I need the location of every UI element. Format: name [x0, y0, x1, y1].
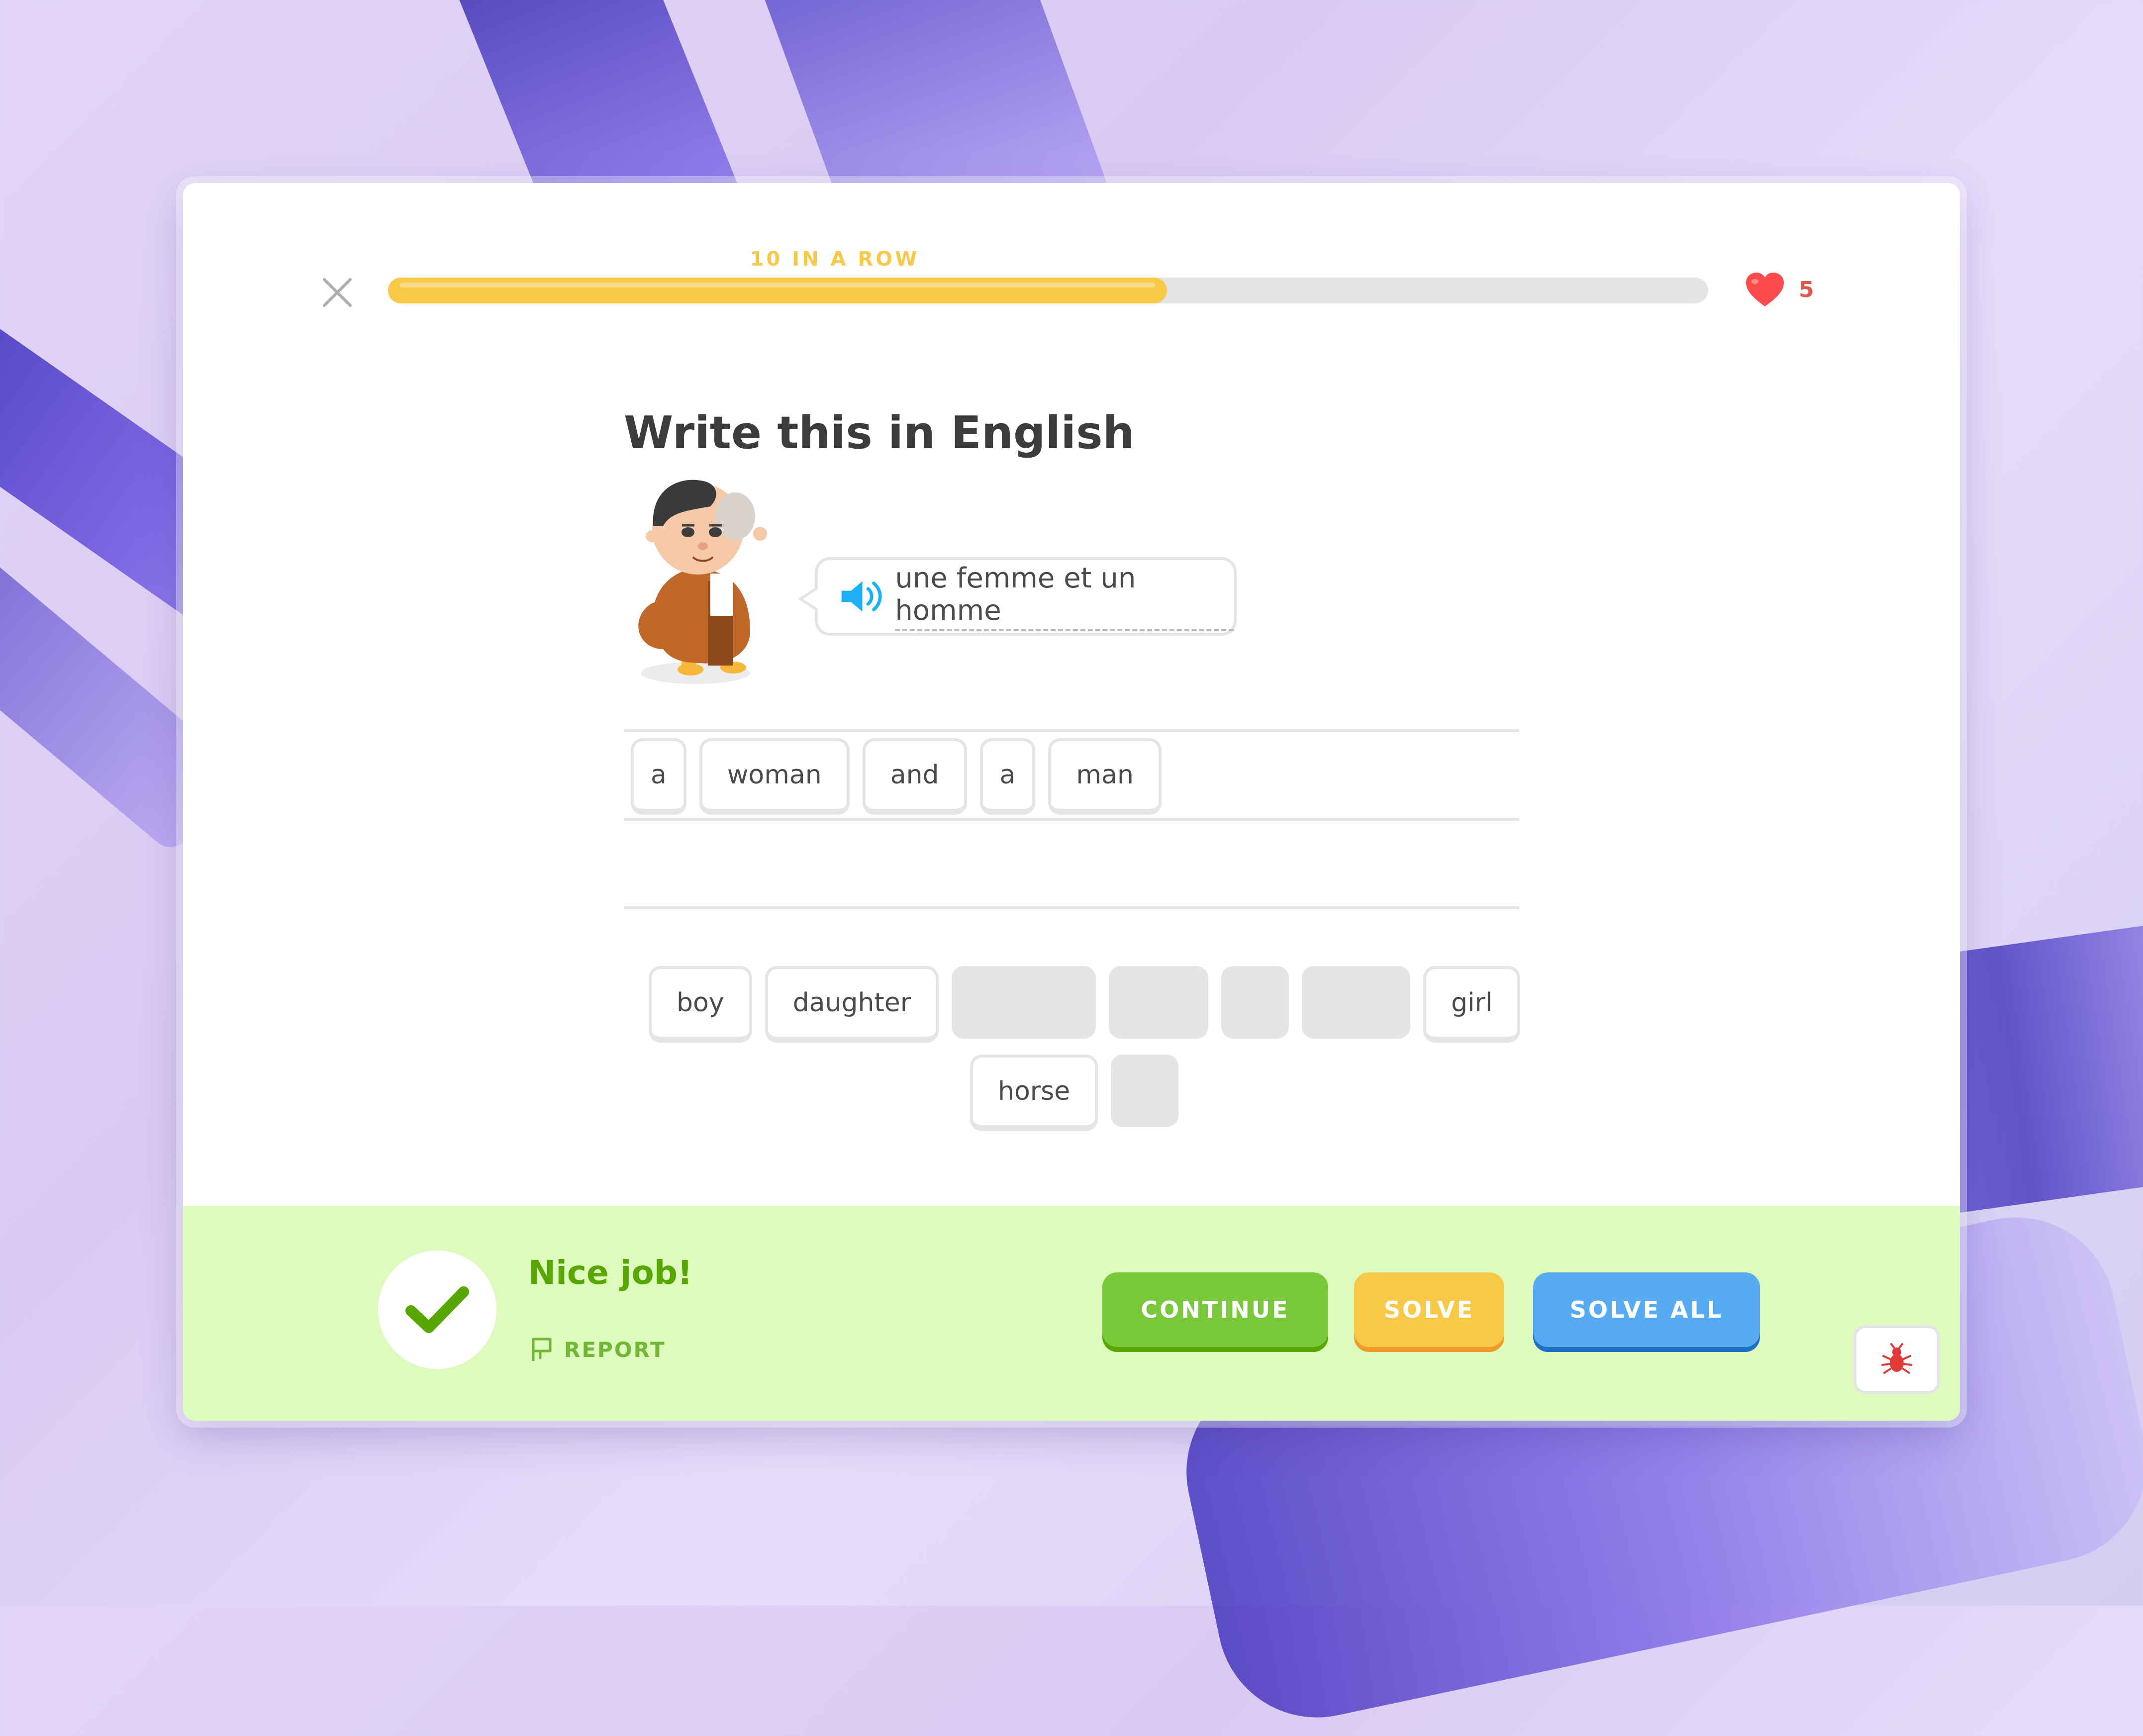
- answer-tile[interactable]: man: [1048, 738, 1162, 815]
- checkmark-icon: [405, 1286, 469, 1333]
- feedback-footer: Nice job! REPORT CONTINUE SOLVE SOLVE AL…: [183, 1206, 1960, 1421]
- report-label: REPORT: [564, 1337, 666, 1362]
- close-icon: [323, 278, 352, 307]
- used-tile-placeholder: [1221, 966, 1289, 1039]
- close-button[interactable]: [317, 273, 357, 312]
- answer-tile[interactable]: and: [862, 738, 967, 815]
- hearts-counter: 5: [1744, 269, 1814, 310]
- feedback-message: Nice job!: [528, 1254, 693, 1292]
- continue-button[interactable]: CONTINUE: [1102, 1272, 1328, 1347]
- answer-line-bottom: [624, 906, 1519, 909]
- answer-tile[interactable]: woman: [699, 738, 850, 815]
- flag-icon: [532, 1338, 552, 1361]
- speech-bubble: une femme et un homme: [798, 557, 1237, 636]
- word-bank-tile[interactable]: horse: [970, 1055, 1098, 1131]
- progress-bar: [388, 278, 1708, 303]
- used-tile-placeholder: [1302, 966, 1411, 1039]
- answer-tile[interactable]: a: [979, 738, 1036, 815]
- hearts-count: 5: [1799, 277, 1814, 302]
- answer-line-top: [624, 729, 1519, 732]
- answer-tile[interactable]: a: [631, 738, 686, 815]
- word-bank-row-2: horse: [970, 1055, 1179, 1131]
- used-tile-placeholder: [1109, 966, 1209, 1039]
- speaker-icon[interactable]: [839, 577, 884, 616]
- success-badge: [378, 1251, 496, 1369]
- answer-line-middle: [624, 818, 1519, 821]
- lesson-window: 10 IN A ROW 5 Write this in English une …: [183, 183, 1960, 1421]
- solve-all-button[interactable]: SOLVE ALL: [1533, 1272, 1760, 1347]
- progress-fill: [388, 278, 1167, 303]
- used-tile-placeholder: [1111, 1055, 1179, 1127]
- character-illustration: [638, 480, 767, 684]
- word-bank-tile[interactable]: daughter: [765, 966, 939, 1043]
- prompt-text[interactable]: une femme et un homme: [895, 562, 1234, 631]
- word-bank-tile[interactable]: girl: [1423, 966, 1521, 1043]
- bug-report-button[interactable]: [1853, 1325, 1940, 1394]
- answer-tiles: a woman and a man: [631, 738, 1162, 815]
- used-tile-placeholder: [952, 966, 1096, 1039]
- solve-button[interactable]: SOLVE: [1354, 1272, 1504, 1347]
- word-bank-tile[interactable]: boy: [649, 966, 752, 1043]
- heart-icon: [1746, 273, 1784, 306]
- report-button[interactable]: REPORT: [528, 1336, 666, 1363]
- streak-label: 10 IN A ROW: [750, 248, 920, 271]
- page-title: Write this in English: [624, 407, 1135, 459]
- bug-icon: [1881, 1343, 1912, 1374]
- word-bank-row-1: boy daughter girl: [649, 966, 1521, 1043]
